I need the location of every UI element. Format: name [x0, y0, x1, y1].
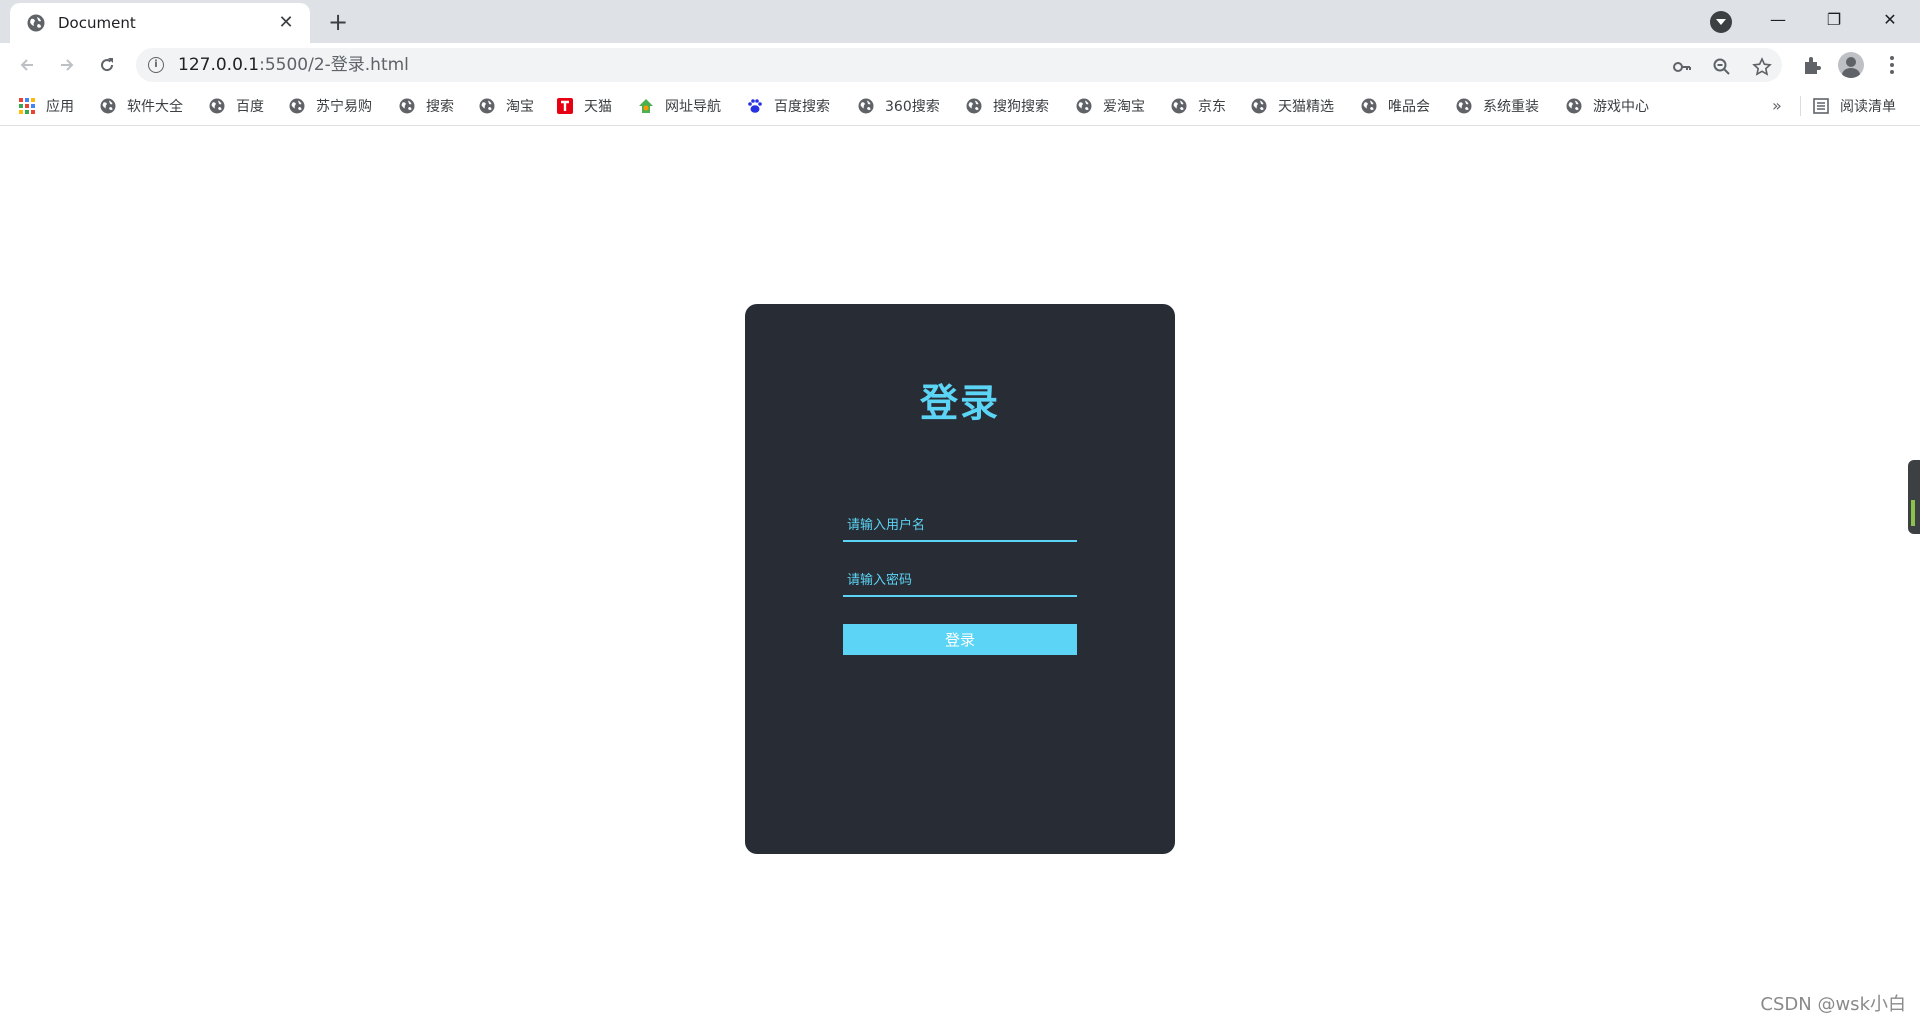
arrow-left-icon [20, 59, 33, 71]
globe-icon [1076, 98, 1092, 114]
bookmark-label: 百度搜索 [774, 99, 830, 115]
globe-icon [1171, 98, 1187, 114]
globe-icon [1456, 98, 1472, 114]
close-tab-icon[interactable]: ✕ [276, 13, 296, 33]
bookmark-label: 网址导航 [665, 99, 721, 115]
bookmark-item[interactable]: 360搜索 [857, 86, 940, 126]
bookmark-item[interactable]: 搜狗搜索 [965, 86, 1049, 126]
bookmark-label: 系统重装 [1483, 99, 1539, 115]
globe-icon [1361, 98, 1377, 114]
globe-icon [289, 98, 305, 114]
page-content: 登录 登录 CSDN @wsk小白 [0, 127, 1920, 1030]
bookmark-item[interactable]: 淘宝 [478, 86, 534, 126]
close-window-button[interactable]: ✕ [1862, 0, 1918, 38]
bookmarks-bar: 应用 软件大全 百度 苏宁易购 搜索 淘宝 天猫 网址导航 百度搜索 360搜索 搜狗搜索 爱淘宝 京… [0, 86, 1920, 126]
bookmark-label: 应用 [46, 99, 74, 115]
tab-document[interactable]: Document ✕ [10, 3, 310, 43]
bookmark-item[interactable]: 软件大全 [99, 86, 183, 126]
arrow-right-icon [61, 59, 74, 71]
url-path: :5500/2-登录.html [259, 55, 409, 75]
bookmark-item[interactable]: 百度 [208, 86, 264, 126]
reading-list-button[interactable]: 阅读清单 [1812, 86, 1896, 126]
bookmark-item[interactable]: 苏宁易购 [288, 86, 372, 126]
reading-list-label: 阅读清单 [1840, 99, 1896, 115]
star-icon[interactable] [1752, 57, 1772, 77]
bookmark-item[interactable]: 京东 [1170, 86, 1226, 126]
extensions-icon[interactable] [1800, 53, 1824, 77]
globe-icon [966, 98, 982, 114]
url-host: 127.0.0.1 [178, 55, 260, 75]
tab-search-icon[interactable] [1710, 11, 1732, 33]
bookmark-apps[interactable]: 应用 [18, 86, 74, 126]
bookmark-label: 百度 [236, 99, 264, 115]
reading-list-icon [1813, 98, 1829, 114]
bookmark-label: 天猫 [584, 99, 612, 115]
bookmark-label: 搜狗搜索 [993, 99, 1049, 115]
bookmark-label: 软件大全 [127, 99, 183, 115]
globe-icon [399, 98, 415, 114]
bookmark-item[interactable]: 网址导航 [637, 86, 721, 126]
tmall-icon [557, 98, 573, 114]
bookmark-label: 360搜索 [885, 99, 940, 115]
address-bar[interactable]: i 127.0.0.1:5500/2-登录.html [136, 48, 1782, 82]
username-input[interactable] [843, 510, 1077, 542]
password-input[interactable] [843, 565, 1077, 597]
bookmark-label: 唯品会 [1388, 99, 1430, 115]
site-info-icon[interactable]: i [148, 57, 164, 73]
profile-avatar[interactable] [1838, 52, 1864, 78]
tab-title: Document [58, 14, 136, 32]
bookmark-item[interactable]: 唯品会 [1360, 86, 1430, 126]
forward-button[interactable] [52, 50, 82, 80]
restore-button[interactable]: ❐ [1806, 0, 1862, 38]
bookmark-item[interactable]: 搜索 [398, 86, 454, 126]
bookmark-item[interactable]: 百度搜索 [746, 86, 830, 126]
baidu-paw-icon [748, 99, 762, 113]
key-icon[interactable] [1672, 57, 1692, 77]
bookmark-item[interactable]: 系统重装 [1455, 86, 1539, 126]
browser-toolbar: i 127.0.0.1:5500/2-登录.html [0, 43, 1920, 86]
url-text[interactable]: 127.0.0.1:5500/2-登录.html [178, 48, 409, 82]
bookmark-label: 苏宁易购 [316, 99, 372, 115]
bookmark-label: 京东 [1198, 99, 1226, 115]
login-button[interactable]: 登录 [843, 624, 1077, 655]
bookmark-item[interactable]: 天猫精选 [1250, 86, 1334, 126]
bookmark-label: 淘宝 [506, 99, 534, 115]
back-button[interactable] [12, 50, 42, 80]
minimize-button[interactable]: — [1750, 0, 1806, 38]
globe-icon [209, 98, 225, 114]
bookmarks-overflow-button[interactable]: » [1772, 86, 1782, 126]
reload-button[interactable] [92, 50, 122, 80]
globe-icon [1251, 98, 1267, 114]
nav-icon [639, 99, 653, 113]
globe-icon [1566, 98, 1582, 114]
apps-grid-icon [19, 98, 35, 114]
menu-icon[interactable] [1882, 53, 1902, 77]
bookmark-item[interactable]: 游戏中心 [1565, 86, 1649, 126]
bookmark-item[interactable]: 爱淘宝 [1075, 86, 1145, 126]
bookmark-item[interactable]: 天猫 [556, 86, 612, 126]
login-card: 登录 登录 [745, 304, 1175, 854]
bookmark-label: 爱淘宝 [1103, 99, 1145, 115]
reload-icon [101, 58, 114, 72]
new-tab-button[interactable]: + [324, 8, 352, 36]
login-title: 登录 [919, 381, 1000, 425]
bookmark-label: 游戏中心 [1593, 99, 1649, 115]
globe-icon [479, 98, 495, 114]
watermark: CSDN @wsk小白 [1760, 994, 1906, 1015]
globe-icon [27, 14, 45, 32]
bookmark-label: 天猫精选 [1278, 99, 1334, 115]
globe-icon [858, 98, 874, 114]
bookmarks-divider [1800, 96, 1801, 116]
globe-icon [100, 98, 116, 114]
browser-titlebar: Document ✕ + — ❐ ✕ [0, 0, 1920, 43]
zoom-out-icon[interactable] [1712, 57, 1732, 77]
side-floating-widget[interactable] [1908, 460, 1920, 534]
bookmark-label: 搜索 [426, 99, 454, 115]
